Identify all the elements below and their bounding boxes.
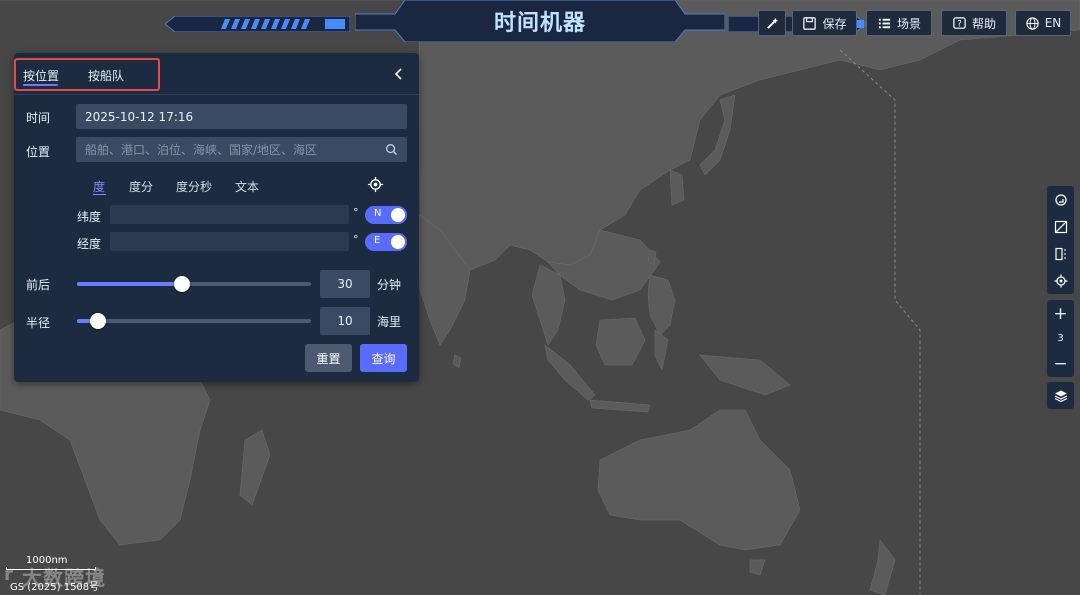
before-after-value[interactable]: 30 — [320, 270, 370, 298]
latitude-hemisphere-toggle[interactable]: N — [365, 206, 407, 224]
time-field[interactable]: 2025-10-12 17:16 — [76, 104, 407, 129]
save-button[interactable]: 保存 — [792, 10, 857, 36]
layers-group — [1047, 382, 1074, 409]
radius-unit: 海里 — [377, 315, 402, 329]
area-measure-icon — [1054, 220, 1067, 233]
toggle-knob — [391, 208, 405, 222]
target-icon — [1054, 274, 1067, 287]
latitude-hemisphere-label: N — [374, 208, 382, 219]
coord-mode-degree[interactable]: 度 — [93, 178, 105, 195]
chevron-left-icon[interactable] — [392, 66, 406, 82]
language-label: EN — [1044, 16, 1062, 30]
language-button[interactable]: EN — [1015, 10, 1071, 36]
zoom-out-button[interactable]: − — [1047, 350, 1074, 377]
save-label: 保存 — [822, 16, 847, 31]
zoom-control: + 3 − — [1047, 300, 1074, 377]
map-copyright: GS (2025) 1508号 — [10, 582, 100, 593]
coord-mode-degree-minute[interactable]: 度分 — [129, 178, 153, 195]
svg-text:?: ? — [957, 18, 961, 28]
zoom-in-button[interactable]: + — [1047, 300, 1074, 327]
latitude-label: 纬度 — [77, 210, 102, 224]
search-icon[interactable] — [385, 143, 398, 156]
time-machine-panel: 按位置 按船队 时间 2025-10-12 17:16 位置 船舶、港口、泊位、… — [14, 53, 419, 382]
panel-divider — [14, 94, 419, 95]
list-icon — [878, 18, 891, 28]
latitude-degree-mark: ° — [353, 206, 359, 219]
tab-by-fleet[interactable]: 按船队 — [88, 67, 124, 84]
before-after-slider-handle[interactable] — [174, 276, 191, 292]
app-title: 时间机器 — [493, 11, 586, 36]
before-after-label: 前后 — [26, 278, 51, 292]
scene-label: 场景 — [896, 16, 921, 31]
save-icon — [803, 16, 817, 30]
radius-slider-track[interactable] — [77, 319, 311, 323]
before-after-slider-fill — [77, 282, 183, 286]
zoom-level: 3 — [1057, 333, 1064, 344]
time-label: 时间 — [26, 111, 51, 125]
scene-button[interactable]: 场景 — [866, 10, 932, 36]
help-button[interactable]: ? 帮助 — [941, 10, 1007, 36]
radius-slider-handle[interactable] — [90, 313, 107, 329]
weather-tool-button[interactable] — [1047, 186, 1074, 213]
location-label: 位置 — [26, 145, 51, 159]
tab-by-position[interactable]: 按位置 — [23, 67, 59, 84]
before-after-unit: 分钟 — [377, 278, 402, 292]
longitude-hemisphere-toggle[interactable]: E — [365, 233, 407, 251]
toggle-knob — [391, 235, 405, 249]
active-tab-underline — [23, 84, 58, 86]
locate-button[interactable] — [1047, 267, 1074, 294]
longitude-hemisphere-label: E — [374, 235, 381, 246]
globe-icon — [1026, 16, 1039, 30]
location-placeholder: 船舶、港口、泊位、海峡、国家/地区、海区 — [85, 143, 318, 157]
magic-wand-icon — [766, 17, 778, 29]
longitude-label: 经度 — [77, 237, 102, 251]
coord-mode-underline — [93, 194, 106, 195]
reset-button[interactable]: 重置 — [305, 344, 352, 372]
ruler-button[interactable] — [1047, 240, 1074, 267]
location-search-input[interactable]: 船舶、港口、泊位、海峡、国家/地区、海区 — [76, 137, 407, 162]
radius-value[interactable]: 10 — [320, 307, 370, 335]
latitude-input[interactable] — [110, 205, 349, 224]
layers-icon — [1054, 390, 1067, 402]
longitude-input[interactable] — [110, 232, 349, 251]
top-header: 时间机器 保存 场景 ? 帮助 EN — [0, 0, 1080, 42]
radius-label: 半径 — [26, 316, 51, 330]
measure-area-button[interactable] — [1047, 213, 1074, 240]
layers-button[interactable] — [1047, 382, 1074, 409]
map-tools-group — [1047, 186, 1074, 294]
ruler-icon — [1054, 247, 1066, 260]
help-icon: ? — [953, 16, 966, 29]
help-label: 帮助 — [971, 16, 996, 31]
coord-mode-text[interactable]: 文本 — [235, 178, 259, 195]
locate-crosshair-icon[interactable] — [367, 176, 384, 193]
header-left-deco — [165, 16, 350, 32]
longitude-degree-mark: ° — [353, 233, 359, 246]
coord-mode-dms[interactable]: 度分秒 — [176, 178, 212, 195]
weather-icon — [1054, 193, 1067, 206]
magic-tool-button[interactable] — [758, 10, 786, 36]
query-button[interactable]: 查询 — [360, 344, 407, 372]
